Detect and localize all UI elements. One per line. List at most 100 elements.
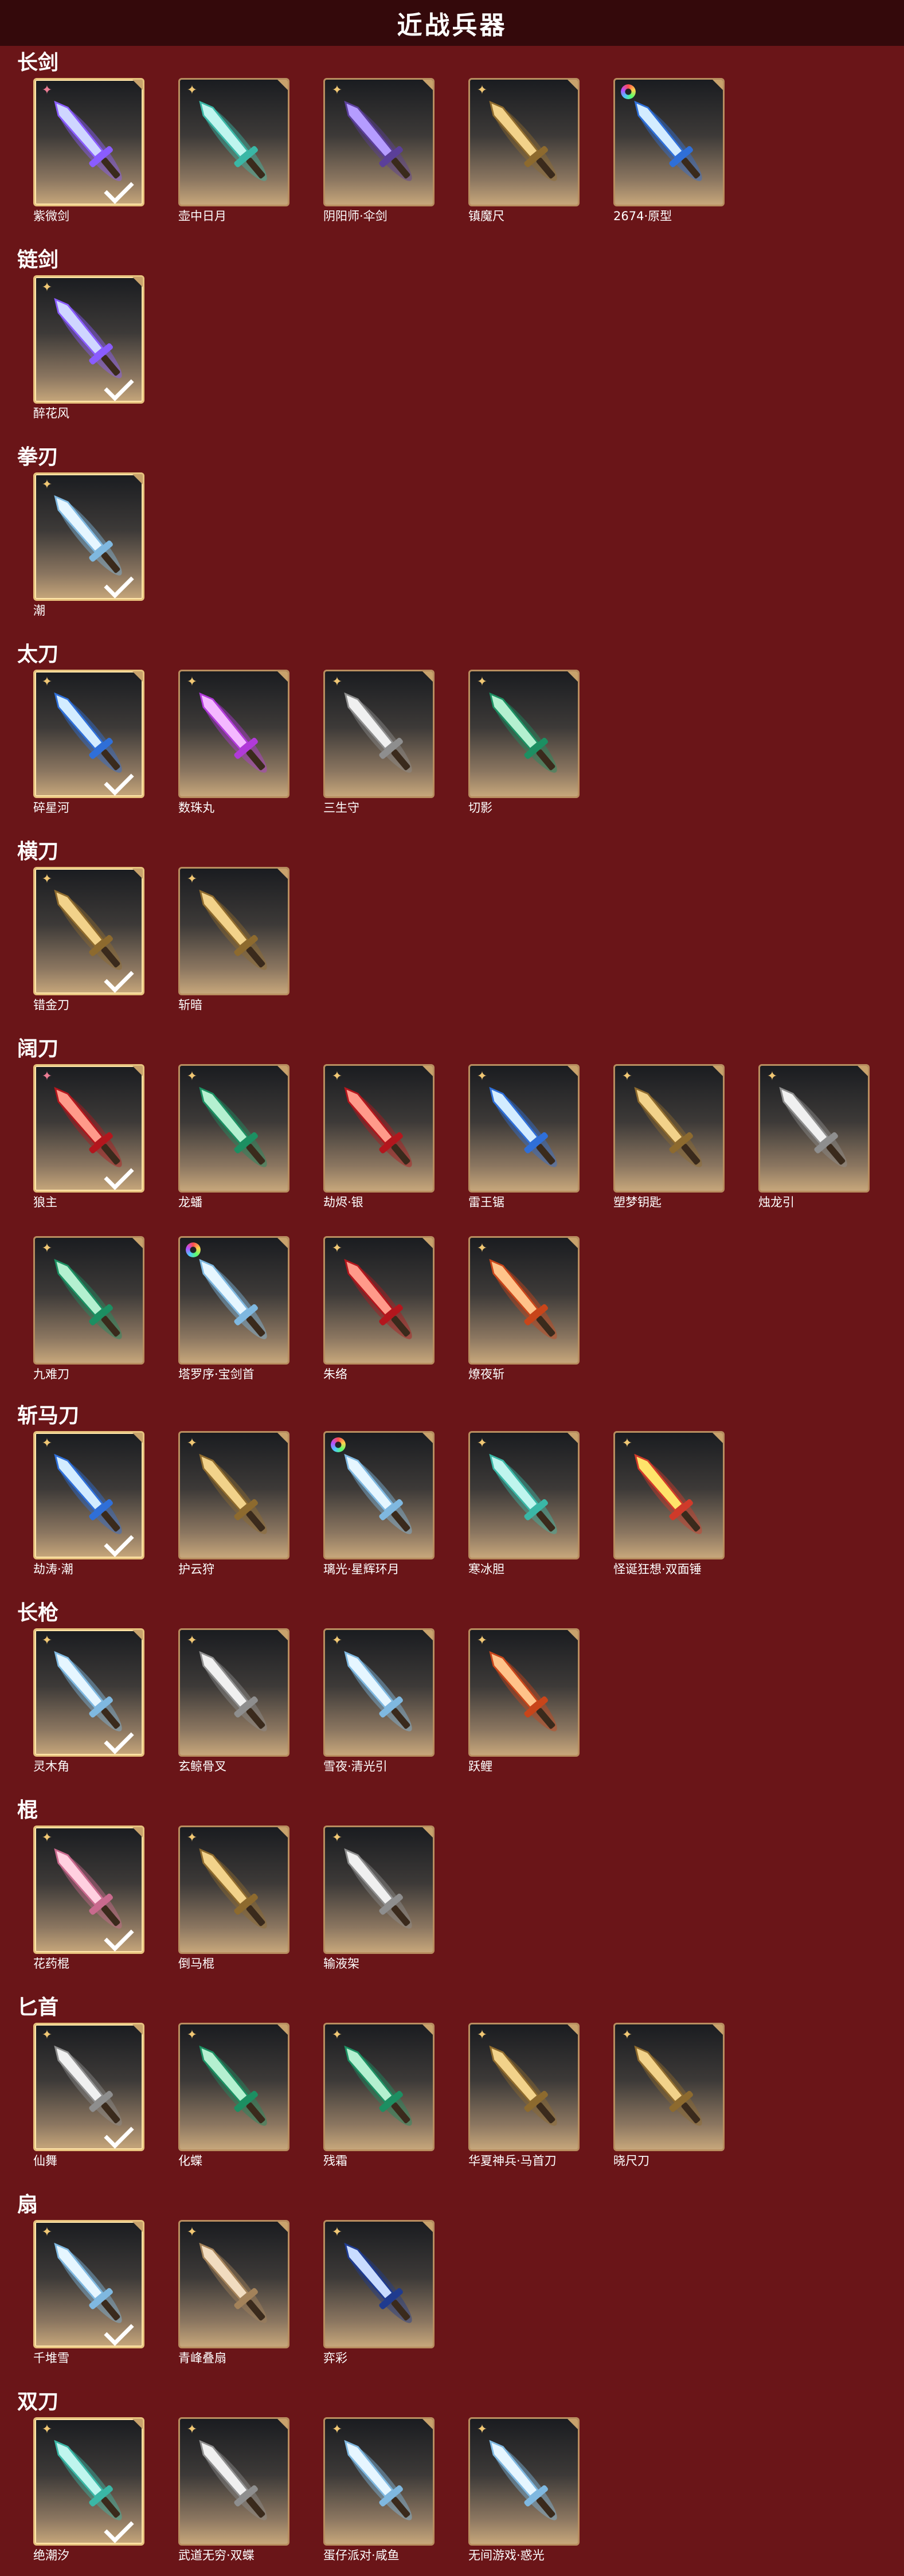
weapon-card[interactable]: ✦ <box>468 1431 580 1559</box>
weapon-card[interactable]: ✦ <box>323 78 435 206</box>
weapon-card[interactable]: ✦ <box>468 2023 580 2151</box>
weapon-card[interactable]: ✦ <box>33 472 144 601</box>
weapon-name: 狼主 <box>33 1195 57 1209</box>
weapon-card[interactable] <box>178 1236 289 1365</box>
weapon-card[interactable] <box>323 1431 435 1559</box>
sparkle-icon: ✦ <box>331 1241 343 1256</box>
weapon-card[interactable]: ✦ <box>33 867 144 995</box>
weapon-card[interactable]: ✦ <box>33 78 144 206</box>
weapon-card[interactable]: ✦ <box>33 275 144 404</box>
card-corner <box>277 2222 288 2232</box>
sparkle-icon: ✦ <box>41 1241 53 1256</box>
sparkle-icon: ✦ <box>331 1069 343 1084</box>
card-corner <box>277 1827 288 1838</box>
weapon-card[interactable]: ✦ <box>33 1826 144 1954</box>
weapon-card[interactable]: ✦ <box>178 670 289 798</box>
weapon-name: 仙舞 <box>33 2154 57 2168</box>
weapon-card[interactable]: ✦ <box>758 1064 870 1193</box>
sparkle-icon: ✦ <box>186 2422 198 2437</box>
weapon-card[interactable]: ✦ <box>33 1628 144 1757</box>
card-corner <box>132 474 143 484</box>
weapon-card[interactable]: ✦ <box>468 1064 580 1193</box>
card-corner <box>422 80 433 90</box>
page-title: 近战兵器 <box>397 11 507 40</box>
weapon-name: 璃光·星辉环月 <box>323 1562 400 1576</box>
weapon-card[interactable]: ✦ <box>323 670 435 798</box>
weapon-card[interactable]: ✦ <box>323 2417 435 2546</box>
weapon-name: 化蝶 <box>178 2154 202 2168</box>
card-corner <box>568 80 578 90</box>
weapon-card[interactable]: ✦ <box>33 1431 144 1559</box>
weapon-art <box>489 2440 557 2520</box>
weapon-card[interactable]: ✦ <box>468 1628 580 1757</box>
weapon-card[interactable]: ✦ <box>613 1064 725 1193</box>
weapon-card[interactable]: ✦ <box>33 1236 144 1365</box>
weapon-card[interactable]: ✦ <box>178 867 289 995</box>
weapon-card[interactable]: ✦ <box>33 2220 144 2348</box>
weapon-card[interactable]: ✦ <box>613 1431 725 1559</box>
weapon-card[interactable]: ✦ <box>323 1064 435 1193</box>
weapon-name: 错金刀 <box>33 998 69 1012</box>
weapon-art <box>489 2045 557 2126</box>
weapon-section: 阔刀 ✦ 狼主 ✦ 龙蟠 ✦ 劫烬·银 ✦ 雷王锯 ✦ 塑梦钥匙 ✦ 烛龙引 ✦ 九难刀 塔罗序·宝剑首 ✦ 朱络… <box>0 1032 904 1399</box>
sparkle-icon: ✦ <box>186 2028 198 2042</box>
weapon-card[interactable]: ✦ <box>33 1064 144 1193</box>
section-header: 阔刀 <box>17 1037 59 1061</box>
card-corner <box>422 1066 433 1076</box>
weapon-card[interactable]: ✦ <box>323 2023 435 2151</box>
weapon-card[interactable]: ✦ <box>468 78 580 206</box>
weapon-name: 输液架 <box>323 1957 359 1971</box>
weapon-card[interactable]: ✦ <box>33 2417 144 2546</box>
section-header: 棍 <box>17 1799 38 1822</box>
sparkle-icon: ✦ <box>41 1069 53 1084</box>
weapon-card[interactable]: ✦ <box>178 78 289 206</box>
weapon-card[interactable]: ✦ <box>323 1628 435 1757</box>
weapon-card[interactable]: ✦ <box>178 1431 289 1559</box>
weapon-card[interactable]: ✦ <box>178 2220 289 2348</box>
weapon-card[interactable]: ✦ <box>323 2220 435 2348</box>
weapon-card[interactable]: ✦ <box>178 2023 289 2151</box>
section-header: 长枪 <box>17 1601 59 1625</box>
weapon-art <box>344 2045 412 2126</box>
weapon-card[interactable]: ✦ <box>323 1826 435 1954</box>
weapon-card[interactable]: ✦ <box>468 670 580 798</box>
sparkle-icon: ✦ <box>41 83 53 97</box>
weapon-card[interactable]: ✦ <box>613 2023 725 2151</box>
weapon-name: 镇魔尺 <box>468 209 504 223</box>
weapon-name: 碎星河 <box>33 801 69 815</box>
section-header: 长剑 <box>17 51 59 75</box>
weapon-art <box>199 2242 267 2323</box>
card-corner <box>422 1238 433 1248</box>
card-corner <box>132 2419 143 2429</box>
card-corner <box>132 277 143 287</box>
section-header: 双刀 <box>17 2390 59 2414</box>
weapon-name: 龙蟠 <box>178 1195 202 1209</box>
weapon-card[interactable]: ✦ <box>178 2417 289 2546</box>
weapon-name: 晓尺刀 <box>613 2154 649 2168</box>
sparkle-icon: ✦ <box>476 2422 488 2437</box>
section-header: 链剑 <box>17 248 59 272</box>
sparkle-icon: ✦ <box>766 1069 778 1084</box>
weapon-section: 太刀 ✦ 碎星河 ✦ 数珠丸 ✦ 三生守 ✦ 切影 <box>0 638 904 835</box>
sparkle-icon: ✦ <box>621 1436 633 1451</box>
weapon-name: 阴阳师·伞剑 <box>323 209 388 223</box>
weapon-card[interactable]: ✦ <box>178 1064 289 1193</box>
sparkle-icon: ✦ <box>186 1633 198 1648</box>
weapon-card[interactable]: ✦ <box>178 1628 289 1757</box>
weapon-card[interactable]: ✦ <box>33 670 144 798</box>
weapon-card[interactable]: ✦ <box>323 1236 435 1365</box>
weapon-card[interactable]: ✦ <box>178 1826 289 1954</box>
card-corner <box>277 80 288 90</box>
sparkle-icon: ✦ <box>621 2028 633 2042</box>
card-corner <box>132 2024 143 2035</box>
page-title-bar: 近战兵器 <box>0 0 904 46</box>
sparkle-icon: ✦ <box>41 2422 53 2437</box>
card-corner <box>568 1433 578 1443</box>
weapon-card[interactable] <box>613 78 725 206</box>
card-corner <box>132 1827 143 1838</box>
weapon-name: 怪诞狂想·双面锤 <box>613 1562 702 1576</box>
weapon-card[interactable]: ✦ <box>468 2417 580 2546</box>
weapon-art <box>489 1086 557 1167</box>
weapon-card[interactable]: ✦ <box>33 2023 144 2151</box>
weapon-card[interactable]: ✦ <box>468 1236 580 1365</box>
